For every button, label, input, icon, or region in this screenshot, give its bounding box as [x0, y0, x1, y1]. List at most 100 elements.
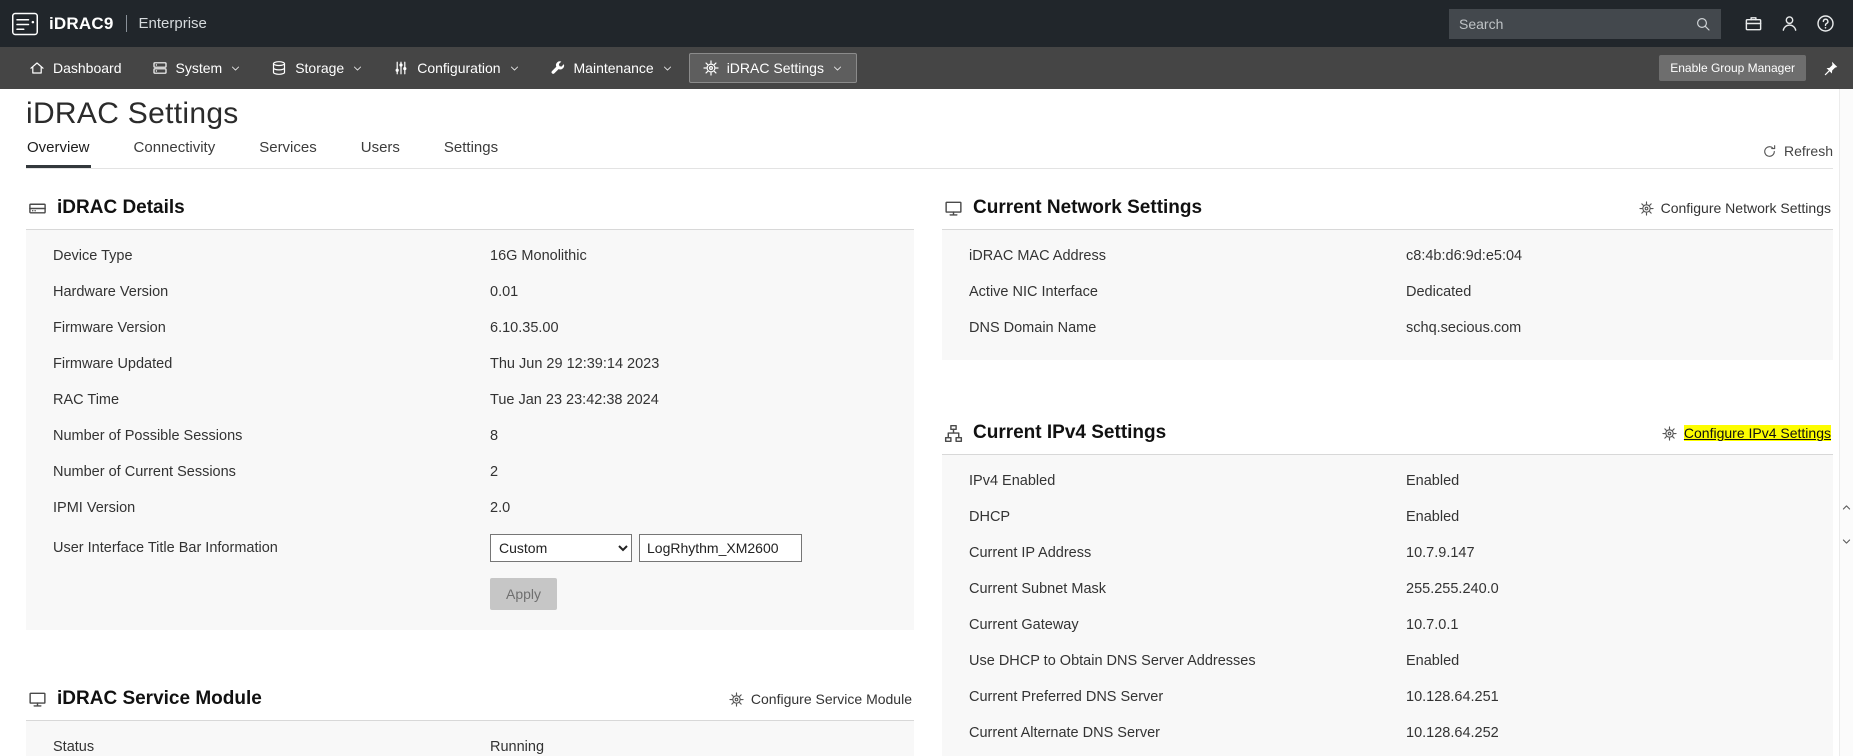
chevron-down-icon — [832, 63, 843, 74]
search-box[interactable] — [1449, 8, 1721, 39]
row-label: Active NIC Interface — [969, 284, 1098, 300]
row-label: DNS Domain Name — [969, 320, 1097, 336]
gear-icon — [1639, 201, 1654, 216]
brand-edition: Enterprise — [138, 15, 207, 32]
nav-item-configuration[interactable]: Configuration — [379, 53, 533, 83]
chevron-down-icon — [509, 63, 520, 74]
chevron-down-icon — [352, 63, 363, 74]
row-label: Device Type — [53, 248, 133, 264]
detail-row: Active NIC Interface Dedicated — [942, 274, 1833, 310]
row-value: Tue Jan 23 23:42:38 2024 — [490, 392, 659, 408]
sliders-icon — [393, 60, 409, 76]
storage-icon — [271, 60, 287, 76]
gear-icon — [703, 60, 719, 76]
panel-title: Current IPv4 Settings — [973, 422, 1167, 443]
header-actions — [1449, 8, 1835, 39]
nav-item-system[interactable]: System — [138, 53, 256, 83]
row-value: Dedicated — [1406, 284, 1472, 300]
tab-overview[interactable]: Overview — [26, 133, 91, 168]
row-value: 10.128.64.252 — [1406, 725, 1499, 741]
row-label: User Interface Title Bar Information — [53, 540, 278, 556]
configure-link-label: Configure Service Module — [750, 691, 912, 707]
tab-services[interactable]: Services — [258, 133, 318, 168]
title-bar-text-input[interactable] — [639, 534, 802, 562]
detail-row: Status Running — [26, 729, 914, 756]
network-tree-icon — [944, 424, 963, 443]
briefcase-icon[interactable] — [1744, 14, 1763, 33]
row-value: 2 — [490, 464, 499, 480]
wrench-icon — [550, 60, 566, 76]
nav-item-dashboard[interactable]: Dashboard — [15, 53, 136, 83]
server-icon — [152, 60, 168, 76]
detail-row: Firmware Updated Thu Jun 29 12:39:14 202… — [26, 346, 914, 382]
panel-body: IPv4 Enabled Enabled DHCP Enabled Curren… — [942, 455, 1833, 756]
row-value: 0.01 — [490, 284, 519, 300]
row-value: 10.7.0.1 — [1406, 617, 1459, 633]
nav-item-storage[interactable]: Storage — [257, 53, 377, 83]
row-value: c8:4b:d6:9d:e5:04 — [1406, 248, 1523, 264]
panel-header: iDRAC Service Module Configure Service M… — [26, 676, 914, 721]
row-value: Thu Jun 29 12:39:14 2023 — [490, 356, 660, 372]
panel-body: iDRAC MAC Address c8:4b:d6:9d:e5:04 Acti… — [942, 230, 1833, 360]
configure-link-label: Configure Network Settings — [1660, 200, 1831, 216]
detail-row: DHCP Enabled — [942, 499, 1833, 535]
nav-item-idrac-settings[interactable]: iDRAC Settings — [688, 53, 857, 83]
help-icon[interactable] — [1816, 14, 1835, 33]
row-value: 10.128.64.251 — [1406, 689, 1499, 705]
enable-group-manager-button[interactable]: Enable Group Manager — [1659, 55, 1806, 81]
detail-row: Current Preferred DNS Server 10.128.64.2… — [942, 679, 1833, 715]
row-value: 10.7.9.147 — [1406, 545, 1475, 561]
search-icon[interactable] — [1695, 16, 1711, 32]
nav-item-maintenance[interactable]: Maintenance — [536, 53, 687, 83]
refresh-icon — [1762, 144, 1777, 159]
detail-row: Firmware Version 6.10.35.00 — [26, 310, 914, 346]
configure-ipv4-settings-link[interactable]: Configure IPv4 Settings — [1662, 425, 1831, 441]
tab-connectivity[interactable]: Connectivity — [133, 133, 217, 168]
scrollbar-track[interactable] — [1839, 89, 1853, 756]
row-value: Enabled — [1406, 509, 1460, 525]
scroll-up-button[interactable] — [1840, 495, 1853, 519]
row-label: Status — [53, 739, 95, 755]
tabs: Overview Connectivity Services Users Set… — [26, 133, 499, 168]
page-content: iDRAC Settings Overview Connectivity Ser… — [0, 97, 1853, 756]
title-bar-display-select[interactable]: Custom — [490, 534, 632, 562]
row-label: Current Gateway — [969, 617, 1079, 633]
detail-row: iDRAC MAC Address c8:4b:d6:9d:e5:04 — [942, 238, 1833, 274]
detail-row: Current IP Address 10.7.9.147 — [942, 535, 1833, 571]
left-column: iDRAC Details Device Type 16G Monolithic… — [26, 169, 914, 756]
chevron-down-icon — [662, 63, 673, 74]
tab-settings[interactable]: Settings — [443, 133, 499, 168]
search-input[interactable] — [1459, 15, 1695, 32]
row-label: Current IP Address — [969, 545, 1092, 561]
tabs-bar: Overview Connectivity Services Users Set… — [26, 133, 1833, 169]
panel-title: iDRAC Details — [57, 197, 185, 218]
detail-row: Use DHCP to Obtain DNS Server Addresses … — [942, 643, 1833, 679]
row-label: Number of Possible Sessions — [53, 428, 243, 444]
tab-users[interactable]: Users — [360, 133, 401, 168]
row-label: Firmware Version — [53, 320, 166, 336]
row-label: IPMI Version — [53, 500, 136, 516]
user-icon[interactable] — [1780, 14, 1799, 33]
server-chassis-icon — [28, 199, 47, 218]
row-label: Number of Current Sessions — [53, 464, 236, 480]
detail-row: IPMI Version 2.0 — [26, 490, 914, 526]
row-label: Hardware Version — [53, 284, 169, 300]
nav-item-label: Maintenance — [573, 60, 654, 76]
title-bar-info-row: User Interface Title Bar Information Cus… — [26, 526, 914, 570]
refresh-button[interactable]: Refresh — [1762, 143, 1833, 168]
configure-service-module-link[interactable]: Configure Service Module — [729, 691, 912, 707]
detail-row: Number of Current Sessions 2 — [26, 454, 914, 490]
detail-row: IPv4 Enabled Enabled — [942, 463, 1833, 499]
row-value: schq.secious.com — [1406, 320, 1522, 336]
scroll-down-button[interactable] — [1840, 529, 1853, 553]
chevron-down-icon — [230, 63, 241, 74]
page-title: iDRAC Settings — [26, 97, 239, 130]
pin-icon[interactable] — [1822, 60, 1839, 77]
row-label: Firmware Updated — [53, 356, 173, 372]
row-label: IPv4 Enabled — [969, 473, 1056, 489]
main-nav: Dashboard System Storage Configuration M… — [0, 47, 1853, 89]
configure-network-settings-link[interactable]: Configure Network Settings — [1639, 200, 1831, 216]
apply-button[interactable]: Apply — [490, 578, 558, 610]
row-label: Use DHCP to Obtain DNS Server Addresses — [969, 653, 1256, 669]
nav-actions: Enable Group Manager — [1659, 55, 1839, 81]
